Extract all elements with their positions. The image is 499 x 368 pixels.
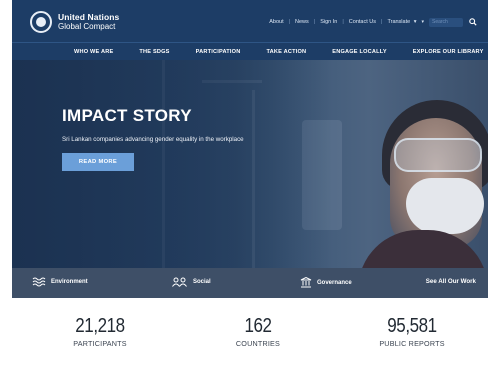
brand-line-1: United Nations [58,12,120,22]
utility-link-signin[interactable]: Sign In [320,19,337,25]
divider: | [288,19,291,25]
pillar-governance[interactable]: Governance [300,277,352,288]
waves-icon [32,277,46,287]
stat-label: COUNTRIES [235,339,281,348]
read-more-button[interactable]: READ MORE [62,153,134,171]
utility-nav: About | News | Sign In | Contact Us | Tr… [269,17,478,27]
site-header: United Nations Global Compact About | Ne… [12,0,488,42]
nav-item-who-we-are[interactable]: WHO WE ARE [74,49,113,55]
divider: | [313,19,316,25]
pillar-social[interactable]: Social [172,277,211,287]
pillar-social-label: Social [193,279,211,285]
hero-overlay [12,60,332,268]
pillar-environment-label: Environment [51,279,88,285]
divider: | [342,19,344,25]
stat-label: PUBLIC REPORTS [379,339,445,348]
see-all-our-work-link[interactable]: See All Our Work [426,278,476,285]
stat-value: 162 [244,315,272,337]
hero-subtitle[interactable]: Sri Lankan companies advancing gender eq… [62,136,244,143]
pillar-environment[interactable]: Environment [32,277,88,287]
hero-photo-mask [406,178,484,234]
utility-link-contact[interactable]: Contact Us [349,19,376,25]
hero-title: IMPACT STORY [62,106,192,125]
nav-item-explore-library[interactable]: EXPLORE OUR LIBRARY [413,49,484,55]
stat-participants: 21,218 PARTICIPANTS [40,316,160,348]
translate-dropdown[interactable]: Translate ▾ [387,19,416,25]
nav-item-engage-locally[interactable]: ENGAGE LOCALLY [332,49,387,55]
utility-link-about[interactable]: About [269,19,283,25]
brand-line-2: Global Compact [58,22,116,31]
brand-logo-text[interactable]: United Nations Global Compact [58,12,119,32]
stats-section: 21,218 PARTICIPANTS 162 COUNTRIES 95,581… [12,298,488,368]
stat-countries: 162 COUNTRIES [198,316,318,348]
chevron-down-icon: ▾ [413,19,417,25]
stat-value: 21,218 [75,315,125,337]
utility-link-news[interactable]: News [295,19,309,25]
pillar-governance-label: Governance [317,279,352,286]
translate-label: Translate [387,19,411,25]
divider: | [381,19,383,25]
nav-item-participation[interactable]: PARTICIPATION [196,49,241,55]
un-emblem-icon[interactable] [30,11,52,33]
stat-value: 95,581 [387,315,437,337]
stat-public-reports: 95,581 PUBLIC REPORTS [352,316,472,348]
pillars-bar: Environment Social Governance See All Ou… [12,268,488,298]
page: United Nations Global Compact About | Ne… [12,0,488,368]
hero-photo-goggles [394,138,482,172]
chevron-down-icon: ▾ [421,19,424,25]
nav-item-take-action[interactable]: TAKE ACTION [266,49,306,55]
people-icon [172,277,188,287]
nav-item-the-sdgs[interactable]: THE SDGS [139,49,169,55]
search-input[interactable] [429,17,463,27]
main-nav: WHO WE ARE THE SDGS PARTICIPATION TAKE A… [12,42,488,60]
stat-label: PARTICIPANTS [73,339,127,348]
institution-icon [300,277,312,288]
hero-banner: IMPACT STORY Sri Lankan companies advanc… [12,60,488,268]
search-icon[interactable] [468,17,478,27]
